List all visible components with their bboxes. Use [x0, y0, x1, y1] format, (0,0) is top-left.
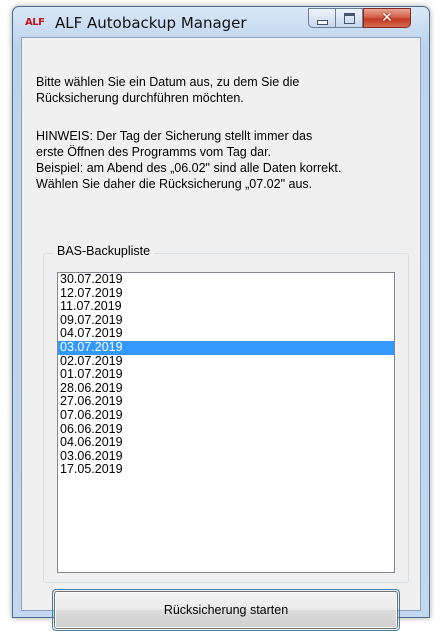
- list-item[interactable]: 28.06.2019: [58, 381, 394, 396]
- hint-text: HINWEIS: Der Tag der Sicherung stellt im…: [36, 128, 416, 192]
- app-window: ALF ALF Autobackup Manager ✕ Bitte wähle…: [12, 6, 430, 631]
- title-bar[interactable]: ALF ALF Autobackup Manager ✕: [13, 7, 429, 37]
- maximize-icon: [343, 12, 355, 24]
- close-icon: ✕: [381, 10, 393, 26]
- list-item[interactable]: 27.06.2019: [58, 395, 394, 409]
- instruction-line-2: Rücksicherung durchführen möchten.: [36, 91, 244, 105]
- hint-line-2: erste Öffnen des Programms vom Tag dar.: [36, 145, 272, 159]
- minimize-button[interactable]: [308, 8, 336, 28]
- instruction-line-1: Bitte wählen Sie ein Datum aus, zu dem S…: [36, 75, 300, 89]
- hint-line-3: Beispiel: am Abend des „06.02" sind alle…: [36, 161, 342, 175]
- restore-button-label: Rücksicherung starten: [163, 603, 289, 617]
- list-item[interactable]: 03.06.2019: [58, 449, 394, 464]
- backup-list-label: BAS-Backupliste: [53, 244, 155, 258]
- list-item[interactable]: 09.07.2019: [58, 313, 394, 328]
- restore-button[interactable]: Rücksicherung starten: [54, 591, 398, 629]
- list-item[interactable]: 04.06.2019: [58, 436, 394, 450]
- hint-line-4: Wählen Sie daher die Rücksicherung „07.0…: [36, 177, 313, 191]
- list-item[interactable]: 30.07.2019: [58, 273, 394, 287]
- list-item[interactable]: 07.06.2019: [58, 408, 394, 423]
- list-item[interactable]: 01.07.2019: [58, 368, 394, 382]
- minimize-icon: [316, 19, 328, 25]
- list-item[interactable]: 12.07.2019: [58, 286, 394, 301]
- app-logo-icon: ALF: [25, 17, 45, 28]
- list-item[interactable]: 02.07.2019: [58, 354, 394, 369]
- list-item[interactable]: 06.06.2019: [58, 422, 394, 437]
- list-item[interactable]: 11.07.2019: [58, 300, 394, 314]
- instruction-text: Bitte wählen Sie ein Datum aus, zu dem S…: [36, 74, 406, 106]
- list-item[interactable]: 04.07.2019: [58, 327, 394, 341]
- list-item[interactable]: 03.07.2019: [58, 340, 394, 355]
- hint-line-1: HINWEIS: Der Tag der Sicherung stellt im…: [36, 129, 313, 143]
- close-button[interactable]: ✕: [363, 8, 411, 28]
- client-area: Bitte wählen Sie ein Datum aus, zu dem S…: [21, 37, 421, 631]
- maximize-button[interactable]: [336, 8, 363, 28]
- window-title: ALF Autobackup Manager: [55, 14, 247, 32]
- backup-listbox[interactable]: 30.07.2019 12.07.2019 11.07.2019 09.07.2019…: [57, 272, 395, 573]
- list-item[interactable]: 17.05.2019: [58, 463, 394, 477]
